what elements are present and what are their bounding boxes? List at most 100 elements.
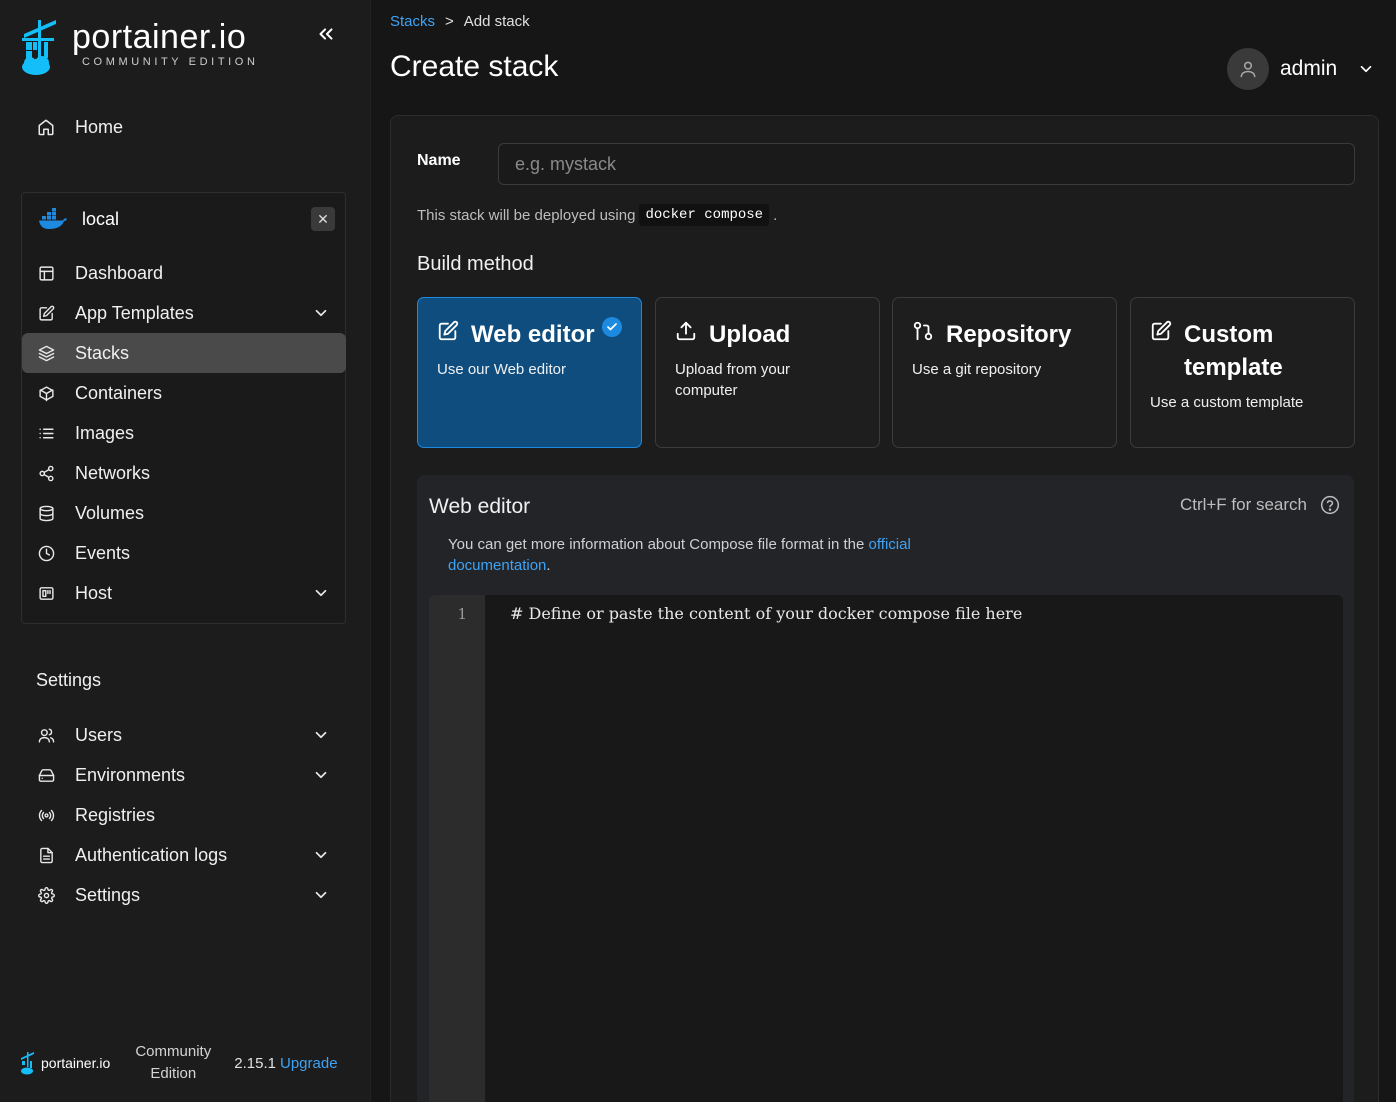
- chevron-down-icon[interactable]: [312, 886, 330, 904]
- box-icon: [36, 383, 56, 403]
- build-method-repository[interactable]: Repository Use a git repository: [892, 297, 1117, 448]
- search-hint: Ctrl+F for search: [1180, 495, 1340, 515]
- line-number: 1: [457, 605, 467, 623]
- line-gutter: 1: [429, 595, 485, 1102]
- sidebar-item-app-templates[interactable]: App Templates: [22, 293, 346, 333]
- hdd-icon: [36, 765, 56, 785]
- brand-title: portainer.io: [72, 18, 247, 56]
- chevron-down-icon[interactable]: [312, 726, 330, 744]
- layers-icon: [36, 343, 56, 363]
- sidebar-footer: portainer.io Community Edition 2.15.1 Upg…: [20, 1038, 350, 1088]
- sidebar-item-home[interactable]: Home: [22, 107, 346, 147]
- sidebar-item-users[interactable]: Users: [22, 715, 346, 755]
- sidebar-item-networks[interactable]: Networks: [22, 453, 346, 493]
- info-text: You can get more information about Compo…: [448, 536, 865, 553]
- portainer-logo[interactable]: portainer.io COMMUNITY EDITION: [20, 18, 259, 76]
- users-icon: [36, 725, 56, 745]
- environment-name: local: [82, 208, 120, 229]
- upgrade-link[interactable]: Upgrade: [280, 1055, 338, 1072]
- sidebar-item-authentication-logs[interactable]: Authentication logs: [22, 835, 346, 875]
- sidebar-item-label: Containers: [75, 382, 163, 403]
- sidebar-item-label: Stacks: [75, 342, 130, 363]
- edit-icon: [36, 303, 56, 323]
- user-menu[interactable]: admin: [1227, 48, 1375, 90]
- sidebar-item-label: Authentication logs: [75, 844, 228, 865]
- build-method-desc: Use our Web editor: [437, 361, 566, 378]
- deploy-note-suffix: .: [773, 206, 778, 224]
- database-icon: [36, 503, 56, 523]
- sidebar-item-label: Volumes: [75, 502, 145, 523]
- gear-icon: [36, 885, 56, 905]
- chevron-down-icon[interactable]: [312, 846, 330, 864]
- footer-version: 2.15.1 Upgrade: [234, 1055, 337, 1072]
- user-icon: [1240, 61, 1256, 78]
- sidebar-item-registries[interactable]: Registries: [22, 795, 346, 835]
- sidebar-item-label: Dashboard: [75, 262, 164, 283]
- chevron-down-icon[interactable]: [312, 766, 330, 784]
- info-suffix: .: [546, 557, 551, 574]
- clock-icon: [36, 543, 56, 563]
- sidebar-item-label: Home: [75, 116, 124, 137]
- environment-header: local: [38, 205, 119, 233]
- code-line[interactable]: # Define or paste the content of your do…: [510, 604, 1022, 623]
- sidebar-item-containers[interactable]: Containers: [22, 373, 346, 413]
- chevrons-left-icon: [319, 28, 333, 40]
- sidebar-item-label: Environments: [75, 764, 186, 785]
- sidebar-item-stacks[interactable]: Stacks: [22, 333, 346, 373]
- code-editor[interactable]: 1 # Define or paste the content of your …: [429, 595, 1343, 1102]
- stack-name-input[interactable]: [498, 143, 1355, 185]
- breadcrumb-separator: >: [445, 13, 454, 30]
- build-method-custom-template[interactable]: Custom template Use a custom template: [1130, 297, 1355, 448]
- brand-subtitle: COMMUNITY EDITION: [82, 56, 259, 68]
- share-icon: [36, 463, 56, 483]
- cpu-icon: [36, 583, 56, 603]
- deploy-note-text: This stack will be deployed using: [417, 206, 636, 224]
- list-icon: [36, 423, 56, 443]
- sidebar-item-host[interactable]: Host: [22, 573, 346, 613]
- git-pull-request-icon: [912, 320, 934, 342]
- deploy-note-code: docker compose: [639, 204, 770, 226]
- sidebar-item-label: App Templates: [75, 302, 194, 323]
- sidebar-item-label: Images: [75, 422, 135, 443]
- help-circle-icon[interactable]: [1320, 495, 1340, 515]
- build-method-desc: Use a git repository: [912, 361, 1042, 378]
- portainer-small-logo-icon: [21, 1052, 34, 1075]
- sidebar-item-settings[interactable]: Settings: [22, 875, 346, 915]
- chevron-down-icon[interactable]: [312, 304, 330, 322]
- sidebar-item-events[interactable]: Events: [22, 533, 346, 573]
- sidebar-item-volumes[interactable]: Volumes: [22, 493, 346, 533]
- build-method-upload[interactable]: Upload Upload from your computer: [655, 297, 880, 448]
- sidebar-item-label: Host: [75, 582, 113, 603]
- sidebar-item-images[interactable]: Images: [22, 413, 346, 453]
- sidebar-item-dashboard[interactable]: Dashboard: [22, 253, 346, 293]
- version-number: 2.15.1: [234, 1054, 276, 1072]
- breadcrumb-stacks-link[interactable]: Stacks: [390, 13, 435, 30]
- file-text-icon: [36, 845, 56, 865]
- sidebar-item-label: Networks: [75, 462, 151, 483]
- documentation-link[interactable]: documentation: [448, 557, 546, 574]
- breadcrumb-current: Add stack: [463, 13, 530, 30]
- build-method-title: Upload: [709, 321, 791, 348]
- search-hint-text: Ctrl+F for search: [1179, 495, 1307, 514]
- build-method-title: Build method: [417, 253, 534, 275]
- official-link[interactable]: official: [869, 536, 911, 553]
- sidebar-item-label: Events: [75, 542, 131, 563]
- edit-icon: [1150, 320, 1172, 342]
- portainer-logo-icon: [20, 18, 62, 76]
- chevron-down-icon[interactable]: [312, 584, 330, 602]
- create-stack-form: Name This stack will be deployed using d…: [390, 115, 1379, 1102]
- build-method-web-editor[interactable]: Web editor Use our Web editor: [417, 297, 642, 448]
- web-editor-title: Web editor: [429, 495, 531, 518]
- user-name: admin: [1280, 57, 1338, 80]
- avatar: [1227, 48, 1269, 90]
- name-label: Name: [417, 152, 461, 169]
- docker-icon: [39, 208, 67, 229]
- collapse-sidebar-button[interactable]: [312, 20, 340, 48]
- build-method-desc: Upload from your computer: [675, 361, 791, 399]
- environment-close-button[interactable]: ✕: [311, 207, 335, 231]
- check-icon: [602, 317, 622, 337]
- sidebar: portainer.io COMMUNITY EDITION Home loca…: [0, 0, 371, 1102]
- build-method-title: Repository: [946, 321, 1072, 348]
- build-method-title: Custom template: [1184, 321, 1283, 381]
- sidebar-item-environments[interactable]: Environments: [22, 755, 346, 795]
